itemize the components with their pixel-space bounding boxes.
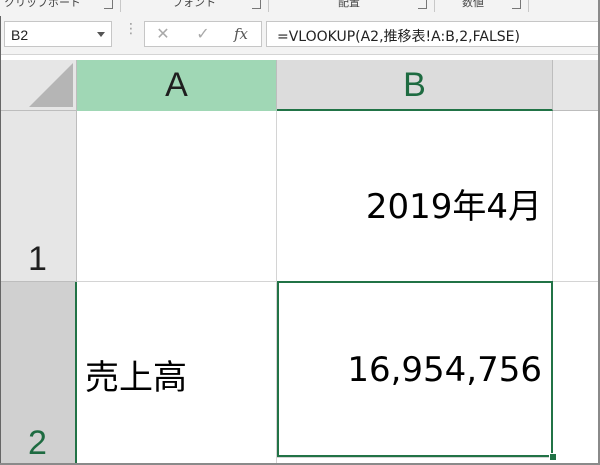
column-header-b[interactable]: B (277, 60, 553, 111)
row-header-2[interactable]: 2 (0, 282, 77, 465)
cell-c1[interactable] (553, 111, 600, 282)
ribbon-group-alignment: 配置 (338, 0, 360, 9)
clipboard-launcher-icon[interactable] (104, 0, 113, 9)
cell-b2[interactable]: 16,954,756 (277, 282, 553, 458)
column-header-c[interactable] (553, 60, 600, 111)
cell-b1-value: 2019年4月 (365, 187, 542, 227)
cell-b2-value: 16,954,756 (347, 350, 542, 390)
cancel-icon[interactable]: ✕ (151, 25, 175, 43)
insert-function-icon[interactable]: fx (229, 25, 253, 43)
formula-input[interactable]: =VLOOKUP(A2,推移表!A:B,2,FALSE) (266, 21, 600, 47)
cell-c2[interactable] (553, 282, 600, 465)
formula-bar: B2 ⋮ ✕ ✓ fx =VLOOKUP(A2,推移表!A:B,2,FALSE) (0, 16, 600, 55)
cell-a2[interactable]: 売上高 (77, 282, 277, 465)
select-all-triangle-icon (29, 63, 73, 107)
ribbon-group-labels: クリップボード フォント 配置 数値 (0, 0, 600, 17)
cell-b1[interactable]: 2019年4月 (277, 111, 553, 282)
window-frame-left (0, 16, 1, 465)
ribbon-divider (528, 0, 529, 12)
ribbon-divider (434, 0, 435, 12)
row-number: 1 (28, 240, 47, 278)
row-header-1[interactable]: 1 (0, 111, 77, 282)
row-number: 2 (28, 424, 47, 462)
formula-buttons: ✕ ✓ fx (144, 21, 262, 47)
number-launcher-icon[interactable] (512, 0, 521, 9)
enter-icon[interactable]: ✓ (191, 25, 215, 43)
chevron-down-icon[interactable] (97, 32, 105, 37)
ribbon-group-font: フォント (172, 0, 216, 9)
spreadsheet-grid: A B 1 2 2019年4月 売上高 16,954,756 (0, 55, 600, 465)
select-all-button[interactable] (0, 60, 77, 111)
column-header-a[interactable]: A (77, 60, 277, 111)
name-box[interactable]: B2 (4, 21, 112, 47)
ribbon-divider (120, 0, 121, 12)
cell-a1[interactable] (77, 111, 277, 282)
alignment-launcher-icon[interactable] (418, 0, 427, 9)
ribbon-divider (268, 0, 269, 12)
ribbon-group-clipboard: クリップボード (4, 0, 81, 9)
cell-a2-value: 売上高 (85, 358, 187, 398)
more-icon[interactable]: ⋮ (124, 22, 138, 36)
ribbon-group-number: 数値 (462, 0, 484, 9)
font-launcher-icon[interactable] (252, 0, 261, 9)
name-box-value: B2 (11, 27, 29, 43)
formula-text: =VLOOKUP(A2,推移表!A:B,2,FALSE) (277, 29, 520, 45)
fill-handle[interactable] (549, 453, 557, 461)
